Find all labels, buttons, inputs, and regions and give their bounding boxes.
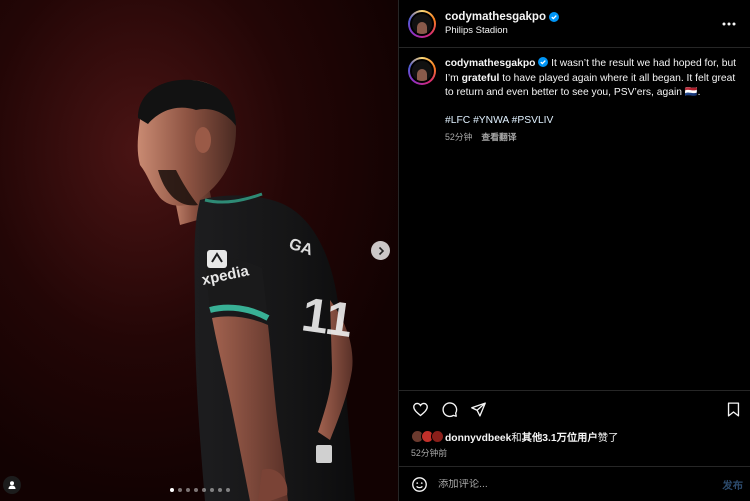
hashtags: #LFC #YNWA #PSVLIV (445, 114, 739, 129)
carousel-dot (178, 488, 182, 492)
carousel-dot (202, 488, 206, 492)
caption-section: codymathesgakpo It wasn’t the result we … (399, 48, 750, 390)
hashtag-link[interactable]: #YNWA (473, 115, 509, 126)
more-horizontal-icon (722, 22, 736, 25)
liker-avatars (411, 430, 444, 443)
more-options-button[interactable] (720, 15, 738, 33)
post-location[interactable]: Philips Stadion (445, 25, 720, 36)
post-comment-button[interactable]: 发布 (722, 477, 743, 492)
action-bar (399, 390, 750, 428)
liker-username[interactable]: donnyvdbeek (445, 433, 511, 444)
jersey-number: 11 (298, 288, 356, 348)
see-translation-button[interactable]: 查看翻译 (481, 130, 516, 145)
carousel-dot (186, 488, 190, 492)
caption-bold-text: grateful (461, 72, 500, 84)
avatar[interactable] (408, 9, 436, 38)
share-icon (470, 402, 486, 417)
carousel-indicator (170, 488, 230, 492)
bookmark-icon (727, 402, 739, 417)
chevron-right-icon (378, 246, 384, 255)
tagged-users-button[interactable] (3, 476, 21, 494)
caption-username[interactable]: codymathesgakpo (445, 58, 535, 69)
post-details-panel: codymathesgakpo Philips Stadion codymath… (398, 0, 750, 501)
post-media[interactable]: xpedia 11 GA (0, 0, 398, 501)
user-icon (8, 481, 16, 489)
like-button[interactable] (410, 400, 430, 420)
comment-icon (441, 402, 457, 418)
carousel-dot (226, 488, 230, 492)
verified-badge-icon (538, 57, 549, 67)
caption-time: 52分钟 (445, 132, 473, 143)
carousel-dot (194, 488, 198, 492)
heart-icon (412, 402, 428, 417)
hashtag-link[interactable]: #LFC (445, 115, 470, 126)
emoji-icon (411, 476, 427, 492)
hashtag-link[interactable]: #PSVLIV (512, 115, 554, 126)
carousel-dot (218, 488, 222, 492)
likes-suffix: 赞了 (597, 433, 619, 444)
likes-count[interactable]: 其他3.1万位用户 (522, 433, 598, 444)
next-slide-button[interactable] (371, 241, 390, 260)
comment-button[interactable] (439, 400, 459, 420)
save-button[interactable] (723, 400, 743, 420)
caption-text: codymathesgakpo It wasn’t the result we … (445, 57, 739, 101)
post-header: codymathesgakpo Philips Stadion (399, 0, 750, 48)
post-username[interactable]: codymathesgakpo (445, 11, 546, 23)
verified-badge-icon (548, 12, 559, 22)
comment-input[interactable] (438, 478, 723, 490)
player-photo: xpedia 11 GA (0, 0, 398, 501)
carousel-dot (170, 488, 174, 492)
carousel-dot (210, 488, 214, 492)
likes-joiner: 和 (511, 433, 522, 444)
emoji-button[interactable] (409, 474, 429, 494)
likes-summary[interactable]: donnyvdbeek和其他3.1万位用户赞了 (411, 429, 618, 444)
share-button[interactable] (468, 400, 488, 420)
post-timestamp: 52分钟前 (411, 448, 448, 458)
caption-avatar[interactable] (408, 57, 436, 85)
comment-bar: 发布 (399, 466, 750, 501)
